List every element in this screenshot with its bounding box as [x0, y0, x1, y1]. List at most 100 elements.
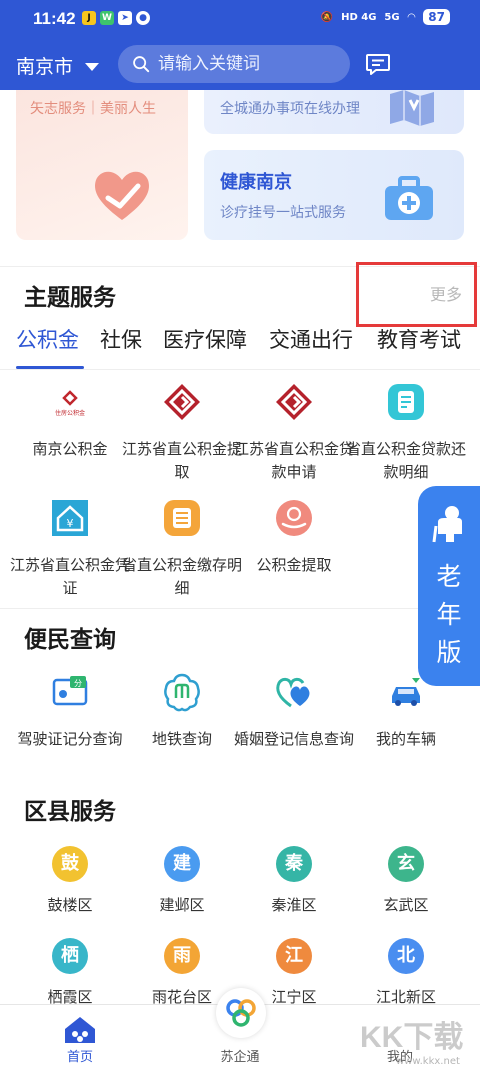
service-item-label: 江苏省直公积金提取 — [122, 440, 243, 481]
service-item-label: 江苏省直公积金贷款申请 — [234, 440, 355, 481]
query-item[interactable]: 地铁查询 — [122, 672, 242, 751]
service-item-label: 公积金提取 — [256, 556, 332, 574]
heart-hands-icon — [95, 171, 149, 220]
tabs-divider — [0, 369, 480, 370]
status-app-icons: J W ➤ ● — [82, 11, 150, 25]
query-item-label: 地铁查询 — [151, 730, 212, 748]
compass-notify-icon: ● — [136, 11, 150, 25]
query-item[interactable]: 分 驾驶证记分查询 — [10, 672, 130, 751]
tab-gongjijin[interactable]: 公积金 — [16, 324, 79, 354]
elder-mode-button[interactable]: 老年版 — [418, 486, 480, 686]
status-bar: 11:42 J W ➤ ● 🔕 HD 4G 5G ◠ 87 — [0, 0, 480, 38]
citywide-service-card[interactable]: 全城通办事项在线办理 — [204, 90, 464, 134]
telegram-notify-icon: ➤ — [118, 11, 132, 25]
diamond-red-icon — [276, 384, 312, 420]
svg-text:¥: ¥ — [67, 517, 74, 530]
search-bar[interactable] — [118, 45, 350, 83]
health-nanjing-card[interactable]: 健康南京 诊疗挂号一站式服务 — [204, 150, 464, 240]
tab-jiaoyu[interactable]: 教育考试 — [377, 324, 461, 354]
tab-yiliao[interactable]: 医疗保障 — [163, 324, 247, 354]
district-item[interactable]: 栖 栖霞区 — [10, 936, 130, 1009]
district-badge-icon: 栖 — [52, 938, 88, 974]
signal-5g-icon: 5G — [384, 11, 400, 23]
house-yuan-icon: ¥ — [52, 500, 88, 536]
nav-suqitong-label: 苏企通 — [220, 1050, 260, 1065]
service-item[interactable]: 住房公积金 南京公积金 — [10, 382, 130, 461]
health-card-title: 健康南京 — [220, 172, 292, 193]
district-label: 玄武区 — [383, 896, 429, 914]
battery-icon: 87 — [423, 9, 450, 25]
service-item[interactable]: 省直公积金缴存明细 — [122, 498, 242, 600]
license-points-icon: 分 — [52, 676, 88, 706]
medical-kit-icon — [385, 176, 433, 220]
district-label: 秦淮区 — [271, 896, 317, 914]
service-item-label: 南京公积金 — [32, 440, 108, 458]
service-item[interactable]: 省直公积金贷款还款明细 — [346, 382, 466, 484]
status-time: 11:42 — [33, 9, 76, 28]
district-label: 建邺区 — [159, 896, 205, 914]
nanjing-gjj-logo-icon: 住房公积金 — [55, 390, 85, 417]
district-badge-icon: 建 — [164, 846, 200, 882]
district-title: 区县服务 — [24, 799, 116, 825]
suqitong-logo-icon — [226, 999, 256, 1027]
metro-icon — [164, 673, 200, 712]
tab-shebao[interactable]: 社保 — [100, 324, 142, 354]
volunteer-card-text: 矢志服务｜美丽人生 — [30, 101, 156, 117]
district-item[interactable]: 建 建邺区 — [122, 844, 242, 917]
tab-jiaotong[interactable]: 交通出行 — [269, 324, 353, 354]
watermark: KK下载 www.kkx.net — [356, 1012, 466, 1068]
map-icon — [390, 90, 434, 126]
query-item-label: 驾驶证记分查询 — [17, 730, 123, 748]
theme-tabs: 公积金 社保 医疗保障 交通出行 教育考试 — [0, 324, 480, 369]
diamond-red-icon — [164, 384, 200, 420]
district-label: 鼓楼区 — [47, 896, 93, 914]
search-icon — [133, 56, 150, 73]
district-item[interactable]: 秦 秦淮区 — [234, 844, 354, 917]
watermark-text: KK下载 — [360, 1021, 464, 1054]
service-item-label: 省直公积金贷款还款明细 — [346, 440, 467, 481]
district-item[interactable]: 玄 玄武区 — [346, 844, 466, 917]
service-item-label: 江苏省直公积金凭证 — [10, 556, 131, 597]
city-name: 南京市 — [16, 56, 74, 78]
hand-coin-icon — [276, 500, 312, 536]
service-item[interactable]: 公积金提取 — [234, 498, 354, 577]
document-teal-icon — [388, 384, 424, 420]
suqitong-logo-button[interactable] — [216, 988, 266, 1038]
service-item[interactable]: ¥ 江苏省直公积金凭证 — [10, 498, 130, 600]
chevron-down-icon — [85, 62, 100, 71]
district-item[interactable]: 北 江北新区 — [346, 936, 466, 1009]
convenience-title: 便民查询 — [24, 627, 116, 653]
wifi-icon: ◠ — [407, 11, 416, 23]
district-badge-icon: 北 — [388, 938, 424, 974]
city-selector[interactable]: 南京市 — [16, 52, 100, 79]
query-item[interactable]: 婚姻登记信息查询 — [234, 672, 354, 751]
district-badge-icon: 玄 — [388, 846, 424, 882]
mute-icon: 🔕 — [320, 11, 334, 23]
status-right: 🔕 HD 4G 5G ◠ 87 — [321, 9, 450, 25]
message-icon[interactable] — [364, 50, 392, 78]
query-item-label: 我的车辆 — [375, 730, 436, 748]
heart-marriage-icon — [276, 677, 310, 708]
district-badge-icon: 鼓 — [52, 846, 88, 882]
svg-text:住房公积金: 住房公积金 — [55, 409, 85, 417]
list-orange-icon — [164, 500, 200, 536]
watermark-url: www.kkx.net — [396, 1056, 460, 1067]
service-item[interactable]: 江苏省直公积金贷款申请 — [234, 382, 354, 484]
volunteer-card[interactable]: 矢志服务｜美丽人生 — [16, 90, 188, 240]
district-item[interactable]: 鼓 鼓楼区 — [10, 844, 130, 917]
elder-person-icon — [432, 506, 462, 543]
elder-mode-text: 老年版 — [436, 562, 462, 667]
car-icon — [392, 678, 420, 706]
service-item[interactable]: 江苏省直公积金提取 — [122, 382, 242, 484]
home-icon — [65, 1017, 95, 1043]
wechat-notify-icon: W — [100, 11, 114, 25]
health-card-subtitle: 诊疗挂号一站式服务 — [220, 205, 346, 221]
citywide-service-text: 全城通办事项在线办理 — [220, 101, 360, 117]
district-badge-icon: 雨 — [164, 938, 200, 974]
nav-home-label: 首页 — [66, 1050, 93, 1065]
svg-text:分: 分 — [74, 679, 82, 688]
query-item[interactable]: 我的车辆 — [346, 672, 466, 751]
nav-home[interactable]: 首页 — [30, 1005, 130, 1070]
search-input[interactable] — [158, 54, 348, 74]
district-badge-icon: 江 — [276, 938, 312, 974]
